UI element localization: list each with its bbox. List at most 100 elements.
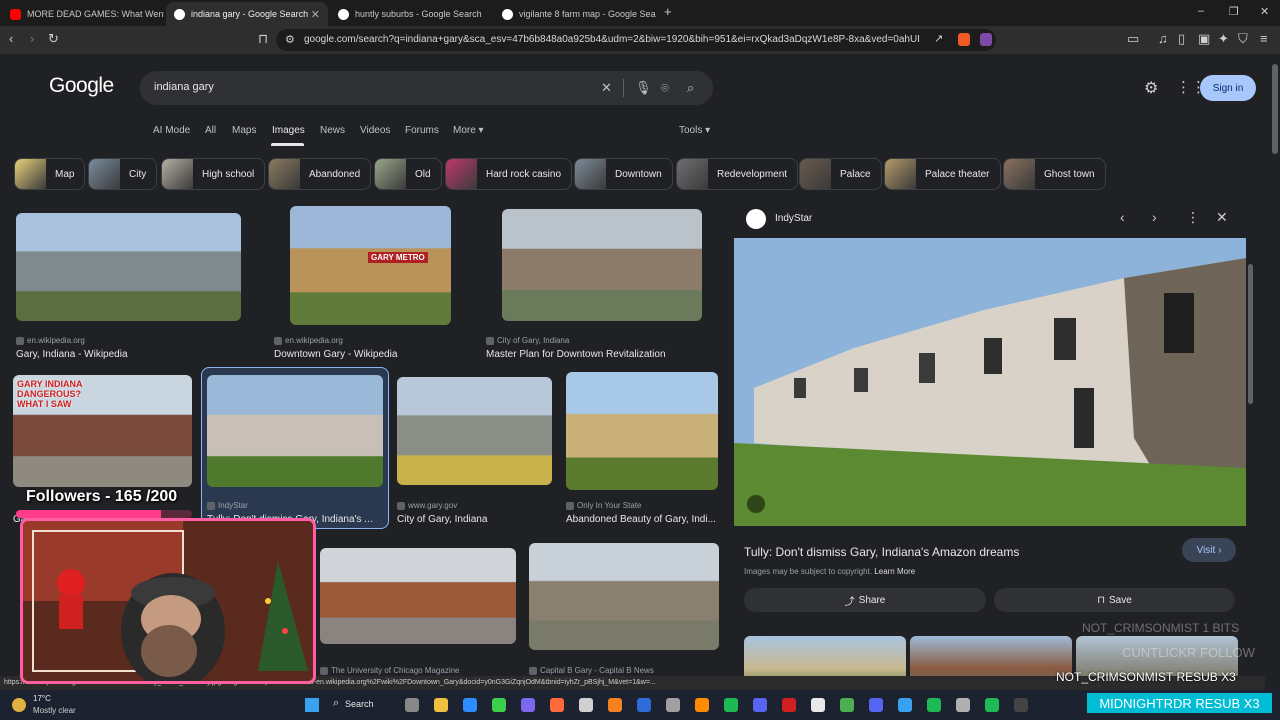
previous-icon[interactable]: ‹ (1120, 209, 1125, 225)
taskbar-app-icon[interactable] (724, 698, 738, 712)
tab-maps[interactable]: Maps (232, 125, 256, 136)
taskbar-app-icon[interactable] (463, 698, 477, 712)
panel-source[interactable]: IndyStar (775, 213, 812, 224)
result-thumbnail[interactable] (207, 375, 383, 487)
tab-forums[interactable]: Forums (405, 125, 439, 136)
result-source[interactable]: Only In Your State (566, 501, 642, 510)
page-scrollbar[interactable] (1272, 64, 1278, 154)
search-input[interactable]: indiana gary (154, 81, 214, 93)
taskbar-app-icon[interactable] (811, 698, 825, 712)
new-tab-button[interactable]: + (664, 4, 672, 19)
microphone-icon[interactable]: 🎙 (635, 80, 652, 96)
result-thumbnail[interactable] (16, 213, 241, 321)
taskbar-app-icon[interactable] (927, 698, 941, 712)
result-source[interactable]: The University of Chicago Magazine (320, 666, 460, 675)
close-window-button[interactable]: ✕ (1260, 5, 1269, 18)
reader-icon[interactable]: ▭ (1127, 32, 1139, 46)
taskbar-app-icon[interactable] (405, 698, 419, 712)
result-title[interactable]: Gary, Indiana - Wikipedia (16, 349, 246, 360)
share-button[interactable]: ⤴ Share (744, 588, 986, 612)
chip-map[interactable]: Map (14, 158, 86, 190)
visit-button[interactable]: Visit › (1182, 538, 1236, 562)
vpn-icon[interactable]: ⛉ (1238, 32, 1248, 46)
result-thumbnail[interactable] (320, 548, 516, 644)
taskbar-app-icon[interactable] (782, 698, 796, 712)
taskbar-app-icon[interactable] (608, 698, 622, 712)
windows-start-icon[interactable] (305, 698, 319, 712)
result-source[interactable]: en.wikipedia.org (16, 336, 85, 345)
settings-gear-icon[interactable]: ⚙ (1144, 78, 1158, 98)
tab-huntly-suburbs[interactable]: huntly suburbs - Google Search (330, 2, 492, 26)
result-title[interactable]: City of Gary, Indiana (397, 514, 557, 525)
taskbar-app-icon[interactable] (956, 698, 970, 712)
search-icon[interactable]: ⌕ (687, 80, 694, 96)
taskbar-app-icon[interactable] (434, 698, 448, 712)
rewards-icon[interactable] (980, 33, 992, 46)
save-button[interactable]: ⊓ Save (994, 588, 1235, 612)
tab-videos[interactable]: Videos (360, 125, 390, 136)
minimize-button[interactable]: – (1198, 5, 1204, 17)
forward-icon[interactable]: › (30, 32, 34, 46)
taskbar-app-icon[interactable] (521, 698, 535, 712)
bookmark-icon[interactable]: ⊓ (258, 32, 268, 46)
chip-high-school[interactable]: High school (161, 158, 266, 190)
result-title[interactable]: Master Plan for Downtown Revitalization (486, 349, 716, 360)
extensions-icon[interactable]: ✦ (1218, 32, 1229, 46)
weather-desc[interactable]: Mostly clear (33, 706, 76, 715)
taskbar-app-icon[interactable] (985, 698, 999, 712)
chip-redevelopment[interactable]: Redevelopment (676, 158, 799, 190)
chip-abandoned[interactable]: Abandoned (268, 158, 372, 190)
result-title[interactable]: Downtown Gary - Wikipedia (274, 349, 444, 360)
search-box[interactable]: indiana gary ✕ 🎙 ⌾ ⌕ (140, 71, 713, 105)
result-title[interactable]: Abandoned Beauty of Gary, Indi... (566, 514, 716, 525)
chip-palace-theater[interactable]: Palace theater (884, 158, 1001, 190)
wallet-icon[interactable]: ▣ (1198, 32, 1210, 46)
result-source[interactable]: www.gary.gov (397, 501, 457, 510)
close-tab-icon[interactable]: ✕ (311, 8, 320, 21)
chip-downtown[interactable]: Downtown (574, 158, 673, 190)
next-icon[interactable]: › (1152, 209, 1157, 225)
taskbar-app-icon[interactable] (869, 698, 883, 712)
learn-more-link[interactable]: Learn More (874, 567, 915, 576)
more-options-icon[interactable]: ⋮ (1186, 209, 1200, 226)
maximize-button[interactable]: ❐ (1229, 5, 1239, 18)
google-logo[interactable]: Google (49, 74, 114, 98)
tab-vigilante-8[interactable]: vigilante 8 farm map - Google Search (494, 2, 656, 26)
tab-news[interactable]: News (320, 125, 345, 136)
url-text[interactable]: google.com/search?q=indiana+gary&sca_esv… (304, 34, 919, 45)
weather-icon[interactable] (12, 698, 26, 712)
address-bar[interactable]: ⚙ google.com/search?q=indiana+gary&sca_e… (276, 29, 996, 51)
menu-icon[interactable]: ≡ (1260, 32, 1268, 46)
sidebar-icon[interactable]: ▯ (1178, 32, 1185, 46)
taskbar-app-icon[interactable] (840, 698, 854, 712)
back-icon[interactable]: ‹ (9, 32, 13, 46)
taskbar-search[interactable]: Search (345, 699, 374, 709)
tab-images[interactable]: Images (272, 125, 305, 136)
tab-more-dead-games[interactable]: MORE DEAD GAMES: What Went Wr (2, 2, 164, 26)
taskbar-app-icon[interactable] (550, 698, 564, 712)
panel-scrollbar[interactable] (1248, 264, 1253, 404)
tab-more[interactable]: More ▾ (453, 125, 484, 136)
taskbar-app-icon[interactable] (492, 698, 506, 712)
media-icon[interactable]: ♫ (1158, 32, 1168, 46)
result-source[interactable]: Capital B Gary - Capital B News (529, 666, 654, 675)
share-icon[interactable]: ↗ (934, 32, 943, 46)
clear-icon[interactable]: ✕ (601, 80, 612, 96)
close-panel-icon[interactable]: ✕ (1216, 209, 1228, 226)
tools-button[interactable]: Tools ▾ (679, 125, 710, 136)
result-thumbnail[interactable]: GARY INDIANA DANGEROUS? WHAT I SAW (13, 375, 192, 487)
brave-shield-icon[interactable] (958, 33, 970, 46)
taskbar-app-icon[interactable] (898, 698, 912, 712)
chip-city[interactable]: City (88, 158, 158, 190)
camera-icon[interactable]: ⌾ (661, 80, 669, 96)
result-source[interactable]: City of Gary, Indiana (486, 336, 569, 345)
result-thumbnail[interactable] (397, 377, 552, 485)
preview-image[interactable] (734, 238, 1246, 526)
chip-ghost-town[interactable]: Ghost town (1003, 158, 1106, 190)
reload-icon[interactable]: ↻ (48, 32, 59, 46)
tab-all[interactable]: All (205, 125, 216, 136)
result-thumbnail[interactable] (529, 543, 719, 650)
result-thumbnail[interactable] (566, 372, 718, 490)
taskbar-app-icon[interactable] (1014, 698, 1028, 712)
chip-hard-rock-casino[interactable]: Hard rock casino (445, 158, 573, 190)
